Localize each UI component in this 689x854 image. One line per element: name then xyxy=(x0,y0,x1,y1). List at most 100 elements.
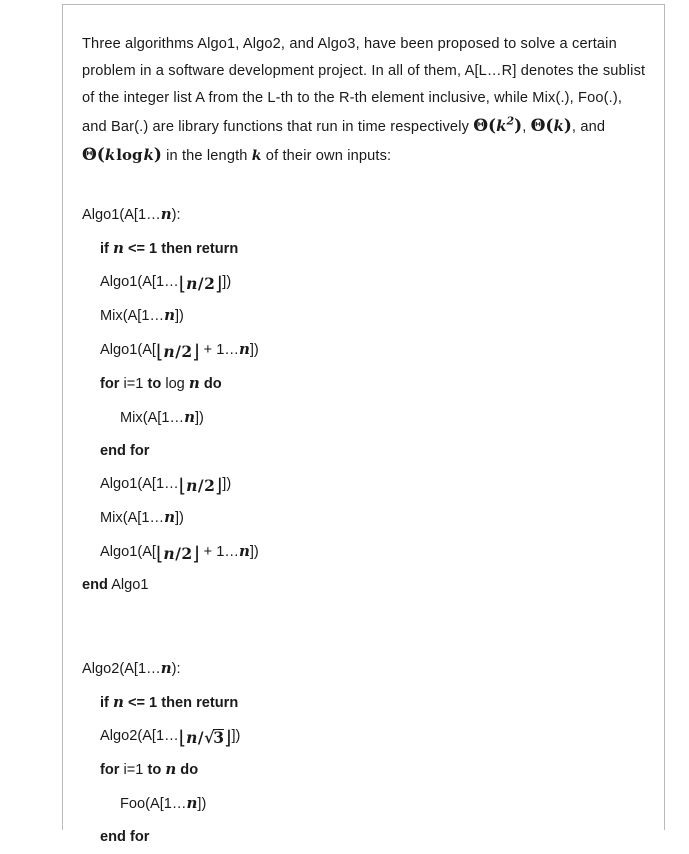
array-open: (A[1… xyxy=(137,728,179,744)
algo2-end-for: end for xyxy=(82,821,646,854)
algo1-label: Algo1 xyxy=(82,207,120,223)
intro-text-segment-2: , xyxy=(522,119,531,135)
algo1-base-case-line: if n <= 1 then return xyxy=(82,232,646,266)
algo1-recursive-call-right-1: Algo1(A[⌊n/2⌋ + 1…n]) xyxy=(100,340,259,363)
keyword-end-for: end for xyxy=(100,829,150,845)
array-open: (A[1… xyxy=(137,476,179,492)
intro-text-segment-5: of their own inputs: xyxy=(261,148,392,164)
variable-n: n xyxy=(165,760,177,778)
algo2-for-loop-header: for i=1 to n do xyxy=(82,753,646,787)
variable-k: k xyxy=(251,148,262,164)
keyword-end-for: end for xyxy=(100,443,150,459)
variable-n: n xyxy=(160,205,172,223)
variable-n: n xyxy=(188,374,200,392)
array-close: ]) xyxy=(174,510,184,526)
problem-statement-paragraph: Three algorithms Algo1, Algo2, and Algo3… xyxy=(82,31,646,170)
algo1-label: Algo1 xyxy=(100,342,138,358)
keyword-for: for xyxy=(100,762,120,778)
keyword-to: to xyxy=(147,376,162,392)
algo1-recursive-call-left-2: Algo1(A[1…⌊n/2⌋]) xyxy=(82,468,646,501)
algo1-label: Algo1 xyxy=(100,476,138,492)
array-close: ]) xyxy=(222,476,232,492)
array-close: ]) xyxy=(194,410,204,426)
algo1-mix-call-2: Mix(A[1…n]) xyxy=(82,501,646,535)
variable-n: n xyxy=(186,794,198,812)
variable-n: n xyxy=(160,659,172,677)
keyword-do: do xyxy=(180,762,199,778)
algo1-recursive-call-right-2: Algo1(A[⌊n/2⌋ + 1…n]) xyxy=(100,542,259,565)
array-close: ]) xyxy=(222,274,232,290)
algo1-signature-line: Algo1(A[1…n): xyxy=(82,198,646,232)
algo1-label: Algo1 xyxy=(100,274,138,290)
keyword-then-return: then return xyxy=(161,695,239,711)
array-open: (A[1… xyxy=(137,274,179,290)
plus-one-range: + 1… xyxy=(203,544,239,560)
loop-init: i=1 xyxy=(123,762,144,778)
complexity-theta-k-squared: Θ(k2) xyxy=(473,114,523,136)
variable-n: n xyxy=(238,542,250,560)
floor-n-over-2: ⌊n/2⌋ xyxy=(178,475,223,497)
keyword-if: if xyxy=(100,695,109,711)
algo2-label: Algo2 xyxy=(82,661,120,677)
plus-one-range: + 1… xyxy=(203,342,239,358)
page-root: Three algorithms Algo1, Algo2, and Algo3… xyxy=(0,0,689,845)
algo2-label: Algo2 xyxy=(100,728,138,744)
keyword-to: to xyxy=(147,762,162,778)
array-open: (A[1… xyxy=(119,661,161,677)
variable-n: n xyxy=(112,693,124,711)
mix-label: Mix xyxy=(120,410,143,426)
complexity-theta-k-log-k: Θ(klogk) xyxy=(82,145,162,165)
signature-close: ): xyxy=(171,661,181,677)
algo1-label: Algo1 xyxy=(100,544,138,560)
algo1-for-loop-header: for i=1 to log n do xyxy=(82,367,646,401)
keyword-if: if xyxy=(100,241,109,257)
document-content-pane: Three algorithms Algo1, Algo2, and Algo3… xyxy=(62,4,665,845)
floor-n-over-2: ⌊n/2⌋ xyxy=(155,543,200,565)
array-open: (A[1… xyxy=(122,308,165,324)
array-open: (A[1… xyxy=(145,796,187,812)
array-close: ]) xyxy=(249,544,259,560)
algo2-recursive-call: Algo2(A[1…⌊n/√3⌋]) xyxy=(82,720,646,753)
comparison-expr: <= 1 xyxy=(127,695,158,711)
intro-text-segment-3: , and xyxy=(571,119,606,135)
variable-n: n xyxy=(238,340,250,358)
array-open: (A[1… xyxy=(119,207,161,223)
log-label: log xyxy=(165,376,185,392)
radicand-3: 3 xyxy=(213,728,225,747)
algo1-pseudocode-block: Algo1(A[1…n): if n <= 1 then return Algo… xyxy=(82,198,646,602)
keyword-end: end xyxy=(82,577,108,593)
comparison-expr: <= 1 xyxy=(127,241,158,257)
array-open: (A[1… xyxy=(142,410,185,426)
algo1-end-line: end Algo1 xyxy=(82,569,646,602)
array-close: ]) xyxy=(197,796,207,812)
algo1-end-for-1: end for xyxy=(82,435,646,468)
keyword-for: for xyxy=(100,376,120,392)
algo1-recursive-call-left-1: Algo1(A[1…⌊n/2⌋]) xyxy=(82,266,646,299)
algo1-label: Algo1 xyxy=(111,577,149,593)
floor-n-over-2: ⌊n/2⌋ xyxy=(155,341,200,363)
algo1-mix-call-in-loop: Mix(A[1…n]) xyxy=(82,401,646,435)
document-body: Three algorithms Algo1, Algo2, and Algo3… xyxy=(63,5,664,854)
variable-n: n xyxy=(164,306,175,324)
algo2-foo-call-in-loop: Foo(A[1…n]) xyxy=(82,787,646,821)
array-close: ]) xyxy=(249,342,259,358)
intro-text-segment-4: in the length xyxy=(161,148,252,164)
signature-close: ): xyxy=(171,207,181,223)
loop-init: i=1 xyxy=(123,376,144,392)
array-open: (A[1… xyxy=(122,510,165,526)
variable-n: n xyxy=(164,508,175,526)
algo2-signature-line: Algo2(A[1…n): xyxy=(82,652,646,686)
floor-n-over-sqrt-3: ⌊n/√3⌋ xyxy=(178,727,232,749)
variable-n: n xyxy=(112,239,124,257)
keyword-do: do xyxy=(203,376,222,392)
floor-n-over-2: ⌊n/2⌋ xyxy=(178,273,223,295)
foo-label: Foo xyxy=(120,796,146,812)
algo1-mix-call-1: Mix(A[1…n]) xyxy=(82,299,646,333)
keyword-then-return: then return xyxy=(161,241,239,257)
algo2-base-case-line: if n <= 1 then return xyxy=(82,686,646,720)
mix-label: Mix xyxy=(100,308,123,324)
array-close: ]) xyxy=(231,728,241,744)
array-close: ]) xyxy=(174,308,184,324)
algo2-pseudocode-block: Algo2(A[1…n): if n <= 1 then return Algo… xyxy=(82,652,646,854)
